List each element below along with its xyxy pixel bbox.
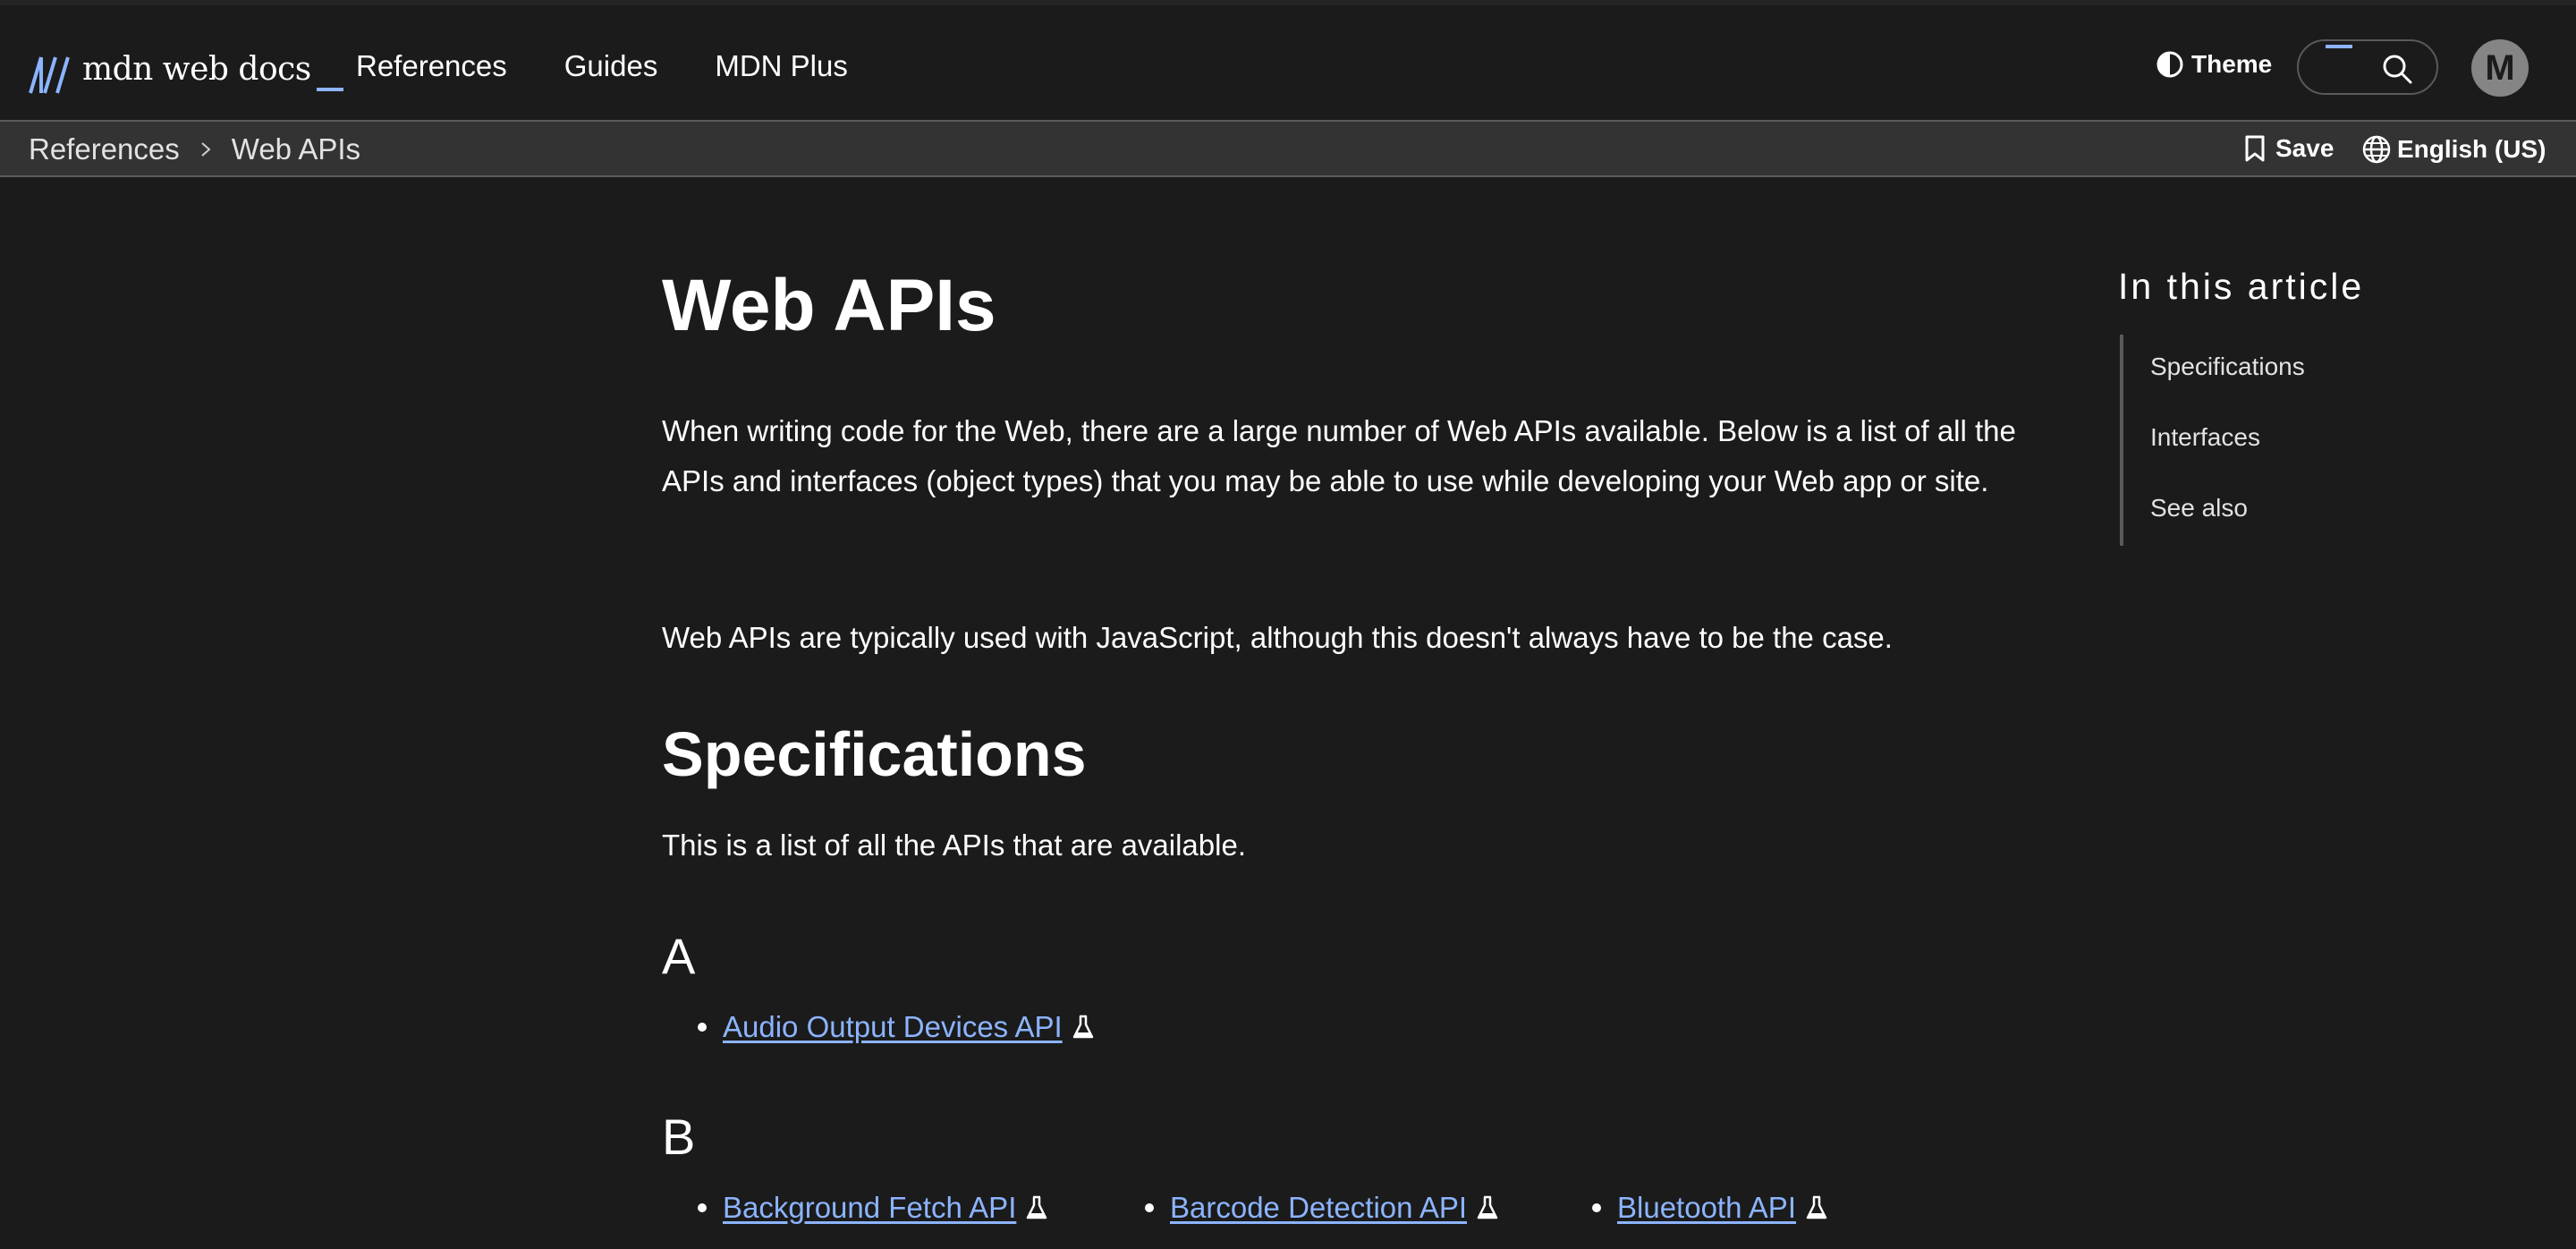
note-paragraph: Web APIs are typically used with JavaScr… (662, 621, 1893, 654)
specifications-heading: Specifications (662, 719, 1087, 789)
api-link-barcode-detection[interactable]: Barcode Detection API (1170, 1188, 1467, 1228)
breadcrumb-bar: References Web APIs Save English (US) (0, 120, 2576, 177)
list-item: Background Fetch API (698, 1188, 1048, 1228)
globe-icon (2362, 135, 2391, 164)
user-avatar[interactable]: M (2471, 39, 2529, 97)
bullet (1592, 1203, 1601, 1212)
language-label: English (US) (2397, 135, 2546, 163)
list-item: Audio Output Devices API (698, 1007, 1095, 1047)
bullet (698, 1023, 707, 1032)
logo-text: mdn web docs (82, 51, 311, 88)
api-link-audio-output-devices[interactable]: Audio Output Devices API (723, 1007, 1063, 1047)
flask-icon (1025, 1194, 1048, 1221)
theme-button[interactable]: Theme (2156, 50, 2272, 79)
letter-heading-b: B (662, 1109, 696, 1165)
breadcrumb-references[interactable]: References (29, 132, 180, 166)
save-label: Save (2275, 134, 2334, 162)
flask-icon (1805, 1194, 1828, 1221)
main-nav: References Guides MDN Plus (356, 48, 848, 84)
letter-heading-a: A (662, 928, 696, 984)
toc-link-interfaces[interactable]: Interfaces (2150, 420, 2260, 455)
page-title: Web APIs (662, 265, 996, 346)
toc-link-specifications[interactable]: Specifications (2150, 349, 2305, 385)
api-link-bluetooth[interactable]: Bluetooth API (1617, 1188, 1796, 1228)
list-item: Barcode Detection API (1145, 1188, 1499, 1228)
bullet (698, 1203, 707, 1212)
intro-paragraph: When writing code for the Web, there are… (662, 414, 2016, 497)
flask-icon (1072, 1014, 1095, 1041)
contrast-icon (2157, 51, 2183, 78)
search-caret (2326, 45, 2352, 48)
toc-title: In this article (2118, 266, 2365, 307)
breadcrumb-web-apis[interactable]: Web APIs (232, 132, 360, 166)
api-link-background-fetch[interactable]: Background Fetch API (723, 1188, 1016, 1228)
list-item: Bluetooth API (1592, 1188, 1828, 1228)
theme-label: Theme (2191, 50, 2273, 78)
search-icon (2381, 53, 2413, 89)
nav-guides[interactable]: Guides (564, 48, 658, 84)
specifications-intro: This is a list of all the APIs that are … (662, 828, 1246, 862)
table-of-contents: In this article Specifications Interface… (2118, 259, 2365, 546)
mdn-logo[interactable]: mdn web docs (29, 45, 343, 95)
search-button[interactable] (2297, 39, 2438, 95)
nav-mdn-plus[interactable]: MDN Plus (715, 48, 848, 84)
logo-cursor (316, 88, 343, 91)
mdn-logo-icon (29, 56, 70, 94)
toc-rail (2120, 335, 2123, 546)
bookmark-icon (2245, 135, 2265, 162)
flask-icon (1476, 1194, 1499, 1221)
breadcrumb: References Web APIs (29, 132, 360, 166)
save-button[interactable]: Save (2243, 134, 2334, 163)
nav-references[interactable]: References (356, 48, 507, 84)
bullet (1145, 1203, 1154, 1212)
language-button[interactable]: English (US) (2361, 134, 2546, 165)
top-header: mdn web docs References Guides MDN Plus … (0, 0, 2576, 120)
chevron-right-icon (199, 140, 212, 158)
toc-link-see-also[interactable]: See also (2150, 490, 2248, 526)
